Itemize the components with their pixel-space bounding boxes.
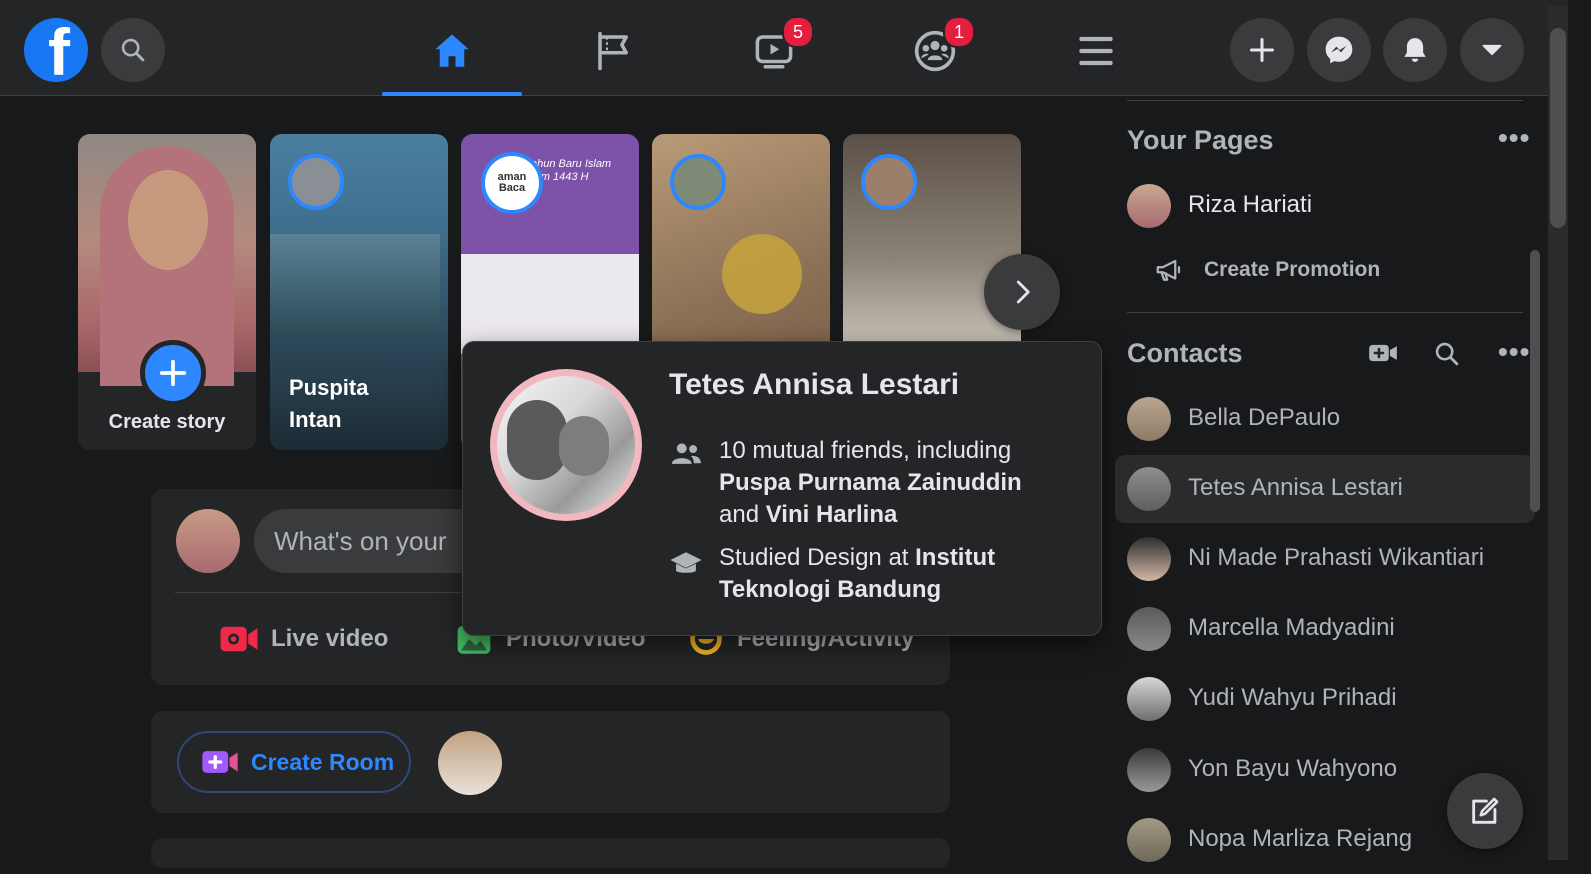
new-room-icon[interactable] [1368,341,1398,365]
messenger-icon [1325,36,1353,64]
tab-home[interactable] [382,6,522,96]
new-message-button[interactable] [1447,773,1523,849]
story-avatar [670,154,726,210]
stories-next-button[interactable] [984,254,1060,330]
contact-name: Ni Made Prahasti Wikantiari [1188,544,1485,571]
contact-name: Nopa Marliza Rejang [1188,825,1413,852]
video-plus-icon [202,751,238,773]
hovercard-name[interactable]: Tetes Annisa Lestari [669,368,959,402]
story-name: Puspita Intan [289,375,369,432]
account-menu-button[interactable] [1460,18,1524,82]
contact-item[interactable]: Ni Made Prahasti Wikantiari [1115,525,1535,593]
profile-photo [78,134,256,386]
friends-icon [671,443,701,464]
top-navbar: f 5 1 [0,0,1591,96]
contact-avatar [1127,607,1171,651]
contact-name: Tetes Annisa Lestari [1188,474,1403,501]
your-pages-heading: Your Pages [1127,125,1274,155]
search-button[interactable] [101,18,165,82]
story-card[interactable]: Puspita Intan [270,134,448,450]
hovercard-avatar[interactable] [490,369,642,521]
your-pages-options-icon[interactable]: ••• [1498,122,1530,154]
contacts-heading: Contacts [1127,338,1243,368]
search-contacts-icon[interactable] [1433,340,1461,368]
story-image [270,234,440,336]
notifications-button[interactable] [1383,18,1447,82]
tab-watch[interactable]: 5 [704,6,844,96]
story-image [461,254,639,354]
contact-name: Bella DePaulo [1188,404,1341,431]
contact-avatar[interactable] [438,731,502,795]
create-promotion-label: Create Promotion [1204,258,1381,281]
create-room-button[interactable]: Create Room [177,731,411,793]
compose-icon [1472,797,1499,824]
right-sidebar: Your Pages ••• Riza Hariati Create Promo… [1115,96,1545,862]
graduation-cap-icon [670,552,702,573]
sidebar-scrollbar[interactable] [1530,250,1540,512]
create-promotion-button[interactable]: Create Promotion [1115,240,1535,302]
education-row: Studied Design at Institut Teknologi Ban… [669,542,1069,612]
watch-notification-badge: 5 [782,16,814,48]
contact-name: Yon Bayu Wahyono [1188,755,1398,782]
contact-name: Marcella Madyadini [1188,614,1395,641]
create-button[interactable] [1230,18,1294,82]
live-video-icon [220,626,258,652]
chevron-down-icon [1482,44,1502,56]
page-name: Riza Hariati [1188,191,1313,218]
live-video-label: Live video [271,625,389,652]
page-scrollbar[interactable] [1548,6,1568,860]
rooms-card: Create Room [151,711,950,813]
story-avatar: aman Baca [481,152,543,214]
search-icon [121,38,145,62]
mutual-and-text: and [719,501,760,528]
create-story-label: Create story [108,411,226,433]
tab-menu[interactable] [1026,6,1166,96]
contact-item[interactable]: Bella DePaulo [1115,385,1535,453]
contact-avatar [1127,748,1171,792]
studied-text: Studied Design at [719,544,909,571]
add-story-button[interactable] [140,340,206,406]
divider [1127,100,1523,101]
tab-pages[interactable] [544,6,684,96]
chevron-right-icon [1016,280,1030,304]
contact-item[interactable]: Yudi Wahyu Prihadi [1115,665,1535,733]
contact-item[interactable]: Marcella Madyadini [1115,595,1535,663]
megaphone-icon [1156,259,1181,281]
flag-icon [598,31,628,71]
create-room-label: Create Room [251,748,395,775]
page-item[interactable]: Riza Hariati [1115,172,1535,240]
mutual-friends-text: 10 mutual friends, including [719,437,1012,464]
page-scrollbar-thumb[interactable] [1550,28,1566,228]
messenger-button[interactable] [1307,18,1371,82]
contact-avatar [1127,537,1171,581]
avatar[interactable] [176,509,240,573]
plus-icon [159,359,187,387]
page-avatar [1127,184,1171,228]
create-story-card[interactable]: Create story [78,134,256,450]
profile-hovercard: Tetes Annisa Lestari 10 mutual friends, … [462,341,1102,636]
mutual-friend-link[interactable]: Puspa Purnama Zainuddin [719,469,1022,496]
mutual-friend-link[interactable]: Vini Harlina [766,501,898,528]
tab-groups[interactable]: 1 [865,6,1005,96]
contact-avatar [1127,818,1171,862]
story-caption: ahun Baru Islam ram 1443 H [531,158,612,183]
contact-avatar [1127,397,1171,441]
contact-item[interactable]: Tetes Annisa Lestari [1115,455,1535,523]
contacts-options-icon[interactable]: ••• [1498,336,1530,368]
live-video-button[interactable]: Live video [219,609,388,669]
story-avatar [288,154,344,210]
contact-name: Yudi Wahyu Prihadi [1188,684,1397,711]
bell-icon [1404,38,1426,62]
story-avatar [861,154,917,210]
home-icon [435,34,469,67]
facebook-logo[interactable]: f [24,18,88,82]
mutual-friends-row: 10 mutual friends, including Puspa Purna… [669,435,1069,535]
divider [1127,312,1523,313]
hamburger-menu-icon [1079,36,1113,66]
groups-notification-badge: 1 [943,16,975,48]
contact-avatar [1127,467,1171,511]
feed-card [151,838,950,868]
plus-icon [1249,37,1275,63]
contact-avatar [1127,677,1171,721]
